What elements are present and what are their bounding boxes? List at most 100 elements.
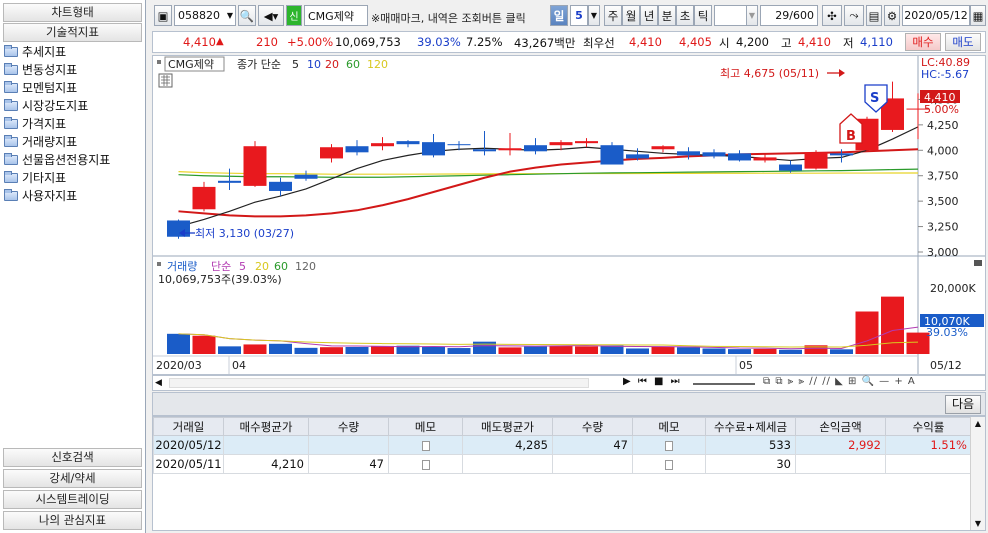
panel-collapse-icon[interactable] bbox=[974, 260, 982, 266]
data-count-field[interactable]: 29/600 bbox=[760, 5, 818, 26]
candle-body bbox=[575, 141, 598, 144]
scroll-up-icon[interactable]: ▲ bbox=[971, 419, 985, 428]
period-minute[interactable]: 분 bbox=[658, 5, 676, 26]
search-icon[interactable]: 🔍 bbox=[238, 5, 256, 26]
layout-icon[interactable]: ▣ bbox=[154, 5, 172, 26]
period-second[interactable]: 초 bbox=[676, 5, 694, 26]
volume-bar bbox=[728, 349, 751, 354]
chart-area[interactable]: CMG제약 종가 단순 5 10 20 60 120 최고 4,675 (05/… bbox=[152, 55, 986, 375]
tree-item[interactable]: 추세지표 bbox=[4, 43, 142, 61]
memo-add-icon[interactable] bbox=[421, 459, 430, 470]
tree-item[interactable]: 사용자지표 bbox=[4, 187, 142, 205]
my-indicator-tab[interactable]: 나의 관심지표 bbox=[3, 511, 142, 530]
tick-count-dropdown[interactable]: ▼ bbox=[746, 5, 758, 26]
volume-bar bbox=[651, 346, 675, 354]
table-scrollbar[interactable]: ▲ ▼ bbox=[970, 417, 985, 530]
volume-bar bbox=[677, 347, 700, 354]
drawing-tools[interactable]: ⧉ ⧉ ⫸ ⫸ ∕∕ ∕∕ ◣ ⊞ 🔍 — + A bbox=[763, 376, 916, 387]
speaker-icon[interactable]: ◀▾ bbox=[258, 5, 284, 26]
current-pct-tag: 5.00% bbox=[924, 103, 959, 116]
memo-icon[interactable] bbox=[421, 440, 430, 451]
period-daily[interactable]: 일 bbox=[550, 5, 568, 26]
tree-item[interactable]: 가격지표 bbox=[4, 115, 142, 133]
tree-item[interactable]: 모멘텀지표 bbox=[4, 79, 142, 97]
next-button[interactable]: 다음 bbox=[945, 395, 981, 414]
cell-sell-memo[interactable] bbox=[632, 454, 706, 474]
period-weekly[interactable]: 주 bbox=[604, 5, 622, 26]
playback-controls[interactable]: ▶ ⏮ ■ ⏭ bbox=[623, 376, 682, 387]
tree-item[interactable]: 변동성지표 bbox=[4, 61, 142, 79]
volume-bar bbox=[524, 346, 547, 354]
col-fee[interactable]: 수수료+제세금 bbox=[705, 417, 796, 436]
high-label: 고 bbox=[781, 36, 792, 50]
col-pnl[interactable]: 손익금액 bbox=[795, 417, 886, 436]
cell-sell-memo[interactable] bbox=[632, 435, 706, 455]
folder-icon bbox=[4, 153, 18, 165]
memo-icon[interactable] bbox=[665, 459, 673, 470]
col-sell-qty[interactable]: 수량 bbox=[552, 417, 633, 436]
period-multiplier[interactable]: 5 bbox=[570, 5, 588, 26]
period-monthly[interactable]: 월 bbox=[622, 5, 640, 26]
price-volume-chart[interactable]: CMG제약 종가 단순 5 10 20 60 120 최고 4,675 (05/… bbox=[153, 56, 985, 374]
chart-scrollbar[interactable] bbox=[169, 378, 589, 388]
folder-icon bbox=[4, 63, 18, 75]
stock-name-field[interactable]: CMG제약 bbox=[304, 5, 368, 26]
scroll-down-icon[interactable]: ▼ bbox=[971, 519, 985, 528]
col-buy-avg[interactable]: 매수평균가 bbox=[223, 417, 309, 436]
price-legend-label: 종가 단순 bbox=[237, 58, 281, 71]
period-tick[interactable]: 틱 bbox=[694, 5, 712, 26]
calendar-icon[interactable]: ▦ bbox=[970, 5, 986, 26]
volume-bar bbox=[447, 348, 471, 354]
chart-type-tab[interactable]: 차트형태 bbox=[3, 3, 142, 22]
col-buy-qty[interactable]: 수량 bbox=[308, 417, 389, 436]
best-price-label: 최우선 bbox=[583, 36, 615, 50]
crosshair-icon[interactable]: ✣ bbox=[822, 5, 842, 26]
y-tick-label: 3,750 bbox=[927, 170, 959, 183]
col-sell-avg[interactable]: 매도평균가 bbox=[462, 417, 553, 436]
candle-body bbox=[830, 153, 853, 156]
cell-buy-memo[interactable] bbox=[388, 435, 463, 455]
save-icon[interactable]: ▤ bbox=[866, 5, 882, 26]
volume-bar bbox=[192, 335, 216, 354]
technical-indicator-tab[interactable]: 기술적지표 bbox=[3, 23, 142, 42]
col-date[interactable]: 거래일 bbox=[153, 417, 224, 436]
date-input[interactable]: 2020/05/12 bbox=[902, 5, 970, 26]
col-buy-memo[interactable]: 메모 bbox=[388, 417, 463, 436]
x-label-05: 05 bbox=[739, 359, 753, 372]
tree-item[interactable]: 기타지표 bbox=[4, 169, 142, 187]
system-trading-tab[interactable]: 시스템트레이딩 bbox=[3, 490, 142, 509]
current-price: 4,410 bbox=[183, 35, 216, 49]
tree-item[interactable]: 거래량지표 bbox=[4, 133, 142, 151]
trend-icon[interactable]: ⤳ bbox=[844, 5, 864, 26]
tree-item[interactable]: 선물옵션전용지표 bbox=[4, 151, 142, 169]
cell-buy-memo[interactable] bbox=[388, 454, 463, 474]
memo-add-icon[interactable] bbox=[665, 440, 673, 451]
sell-button[interactable]: 매도 bbox=[945, 33, 981, 51]
scroll-left-icon[interactable]: ◀ bbox=[155, 377, 167, 389]
folder-icon bbox=[4, 171, 18, 183]
tree-item[interactable]: 시장강도지표 bbox=[4, 97, 142, 115]
multiplier-dropdown[interactable]: ▼ bbox=[588, 5, 600, 26]
volume-bar bbox=[702, 348, 726, 354]
buy-button[interactable]: 매수 bbox=[905, 33, 941, 51]
col-sell-memo[interactable]: 메모 bbox=[632, 417, 706, 436]
volume-bar bbox=[855, 311, 879, 354]
candle-body bbox=[269, 181, 292, 191]
volume-bar bbox=[320, 347, 343, 354]
volume-bar bbox=[243, 344, 267, 354]
table-row[interactable]: 2020/05/12 4,285 47 533 2,992 1.51% bbox=[153, 435, 972, 455]
col-rate[interactable]: 수익률 bbox=[885, 417, 972, 436]
volume-bar bbox=[473, 341, 496, 354]
signal-search-tab[interactable]: 신호검색 bbox=[3, 448, 142, 467]
period-yearly[interactable]: 년 bbox=[640, 5, 658, 26]
table-row[interactable]: 2020/05/11 4,210 47 30 bbox=[153, 454, 972, 474]
stock-code-input[interactable]: 058820 ▼ bbox=[174, 5, 236, 26]
grid-toggle-icon[interactable] bbox=[158, 73, 173, 88]
tree-item-label: 가격지표 bbox=[22, 117, 67, 131]
strength-weakness-tab[interactable]: 강세/약세 bbox=[3, 469, 142, 488]
ma20-legend: 20 bbox=[325, 58, 339, 71]
gear-icon[interactable]: ⚙ bbox=[884, 5, 900, 26]
zoom-slider[interactable] bbox=[693, 383, 755, 385]
price-legend-stock: CMG제약 bbox=[168, 57, 214, 71]
quote-bar: 4,410 ▲ 210 +5.00% 10,069,753 39.03% 7.2… bbox=[152, 31, 986, 53]
